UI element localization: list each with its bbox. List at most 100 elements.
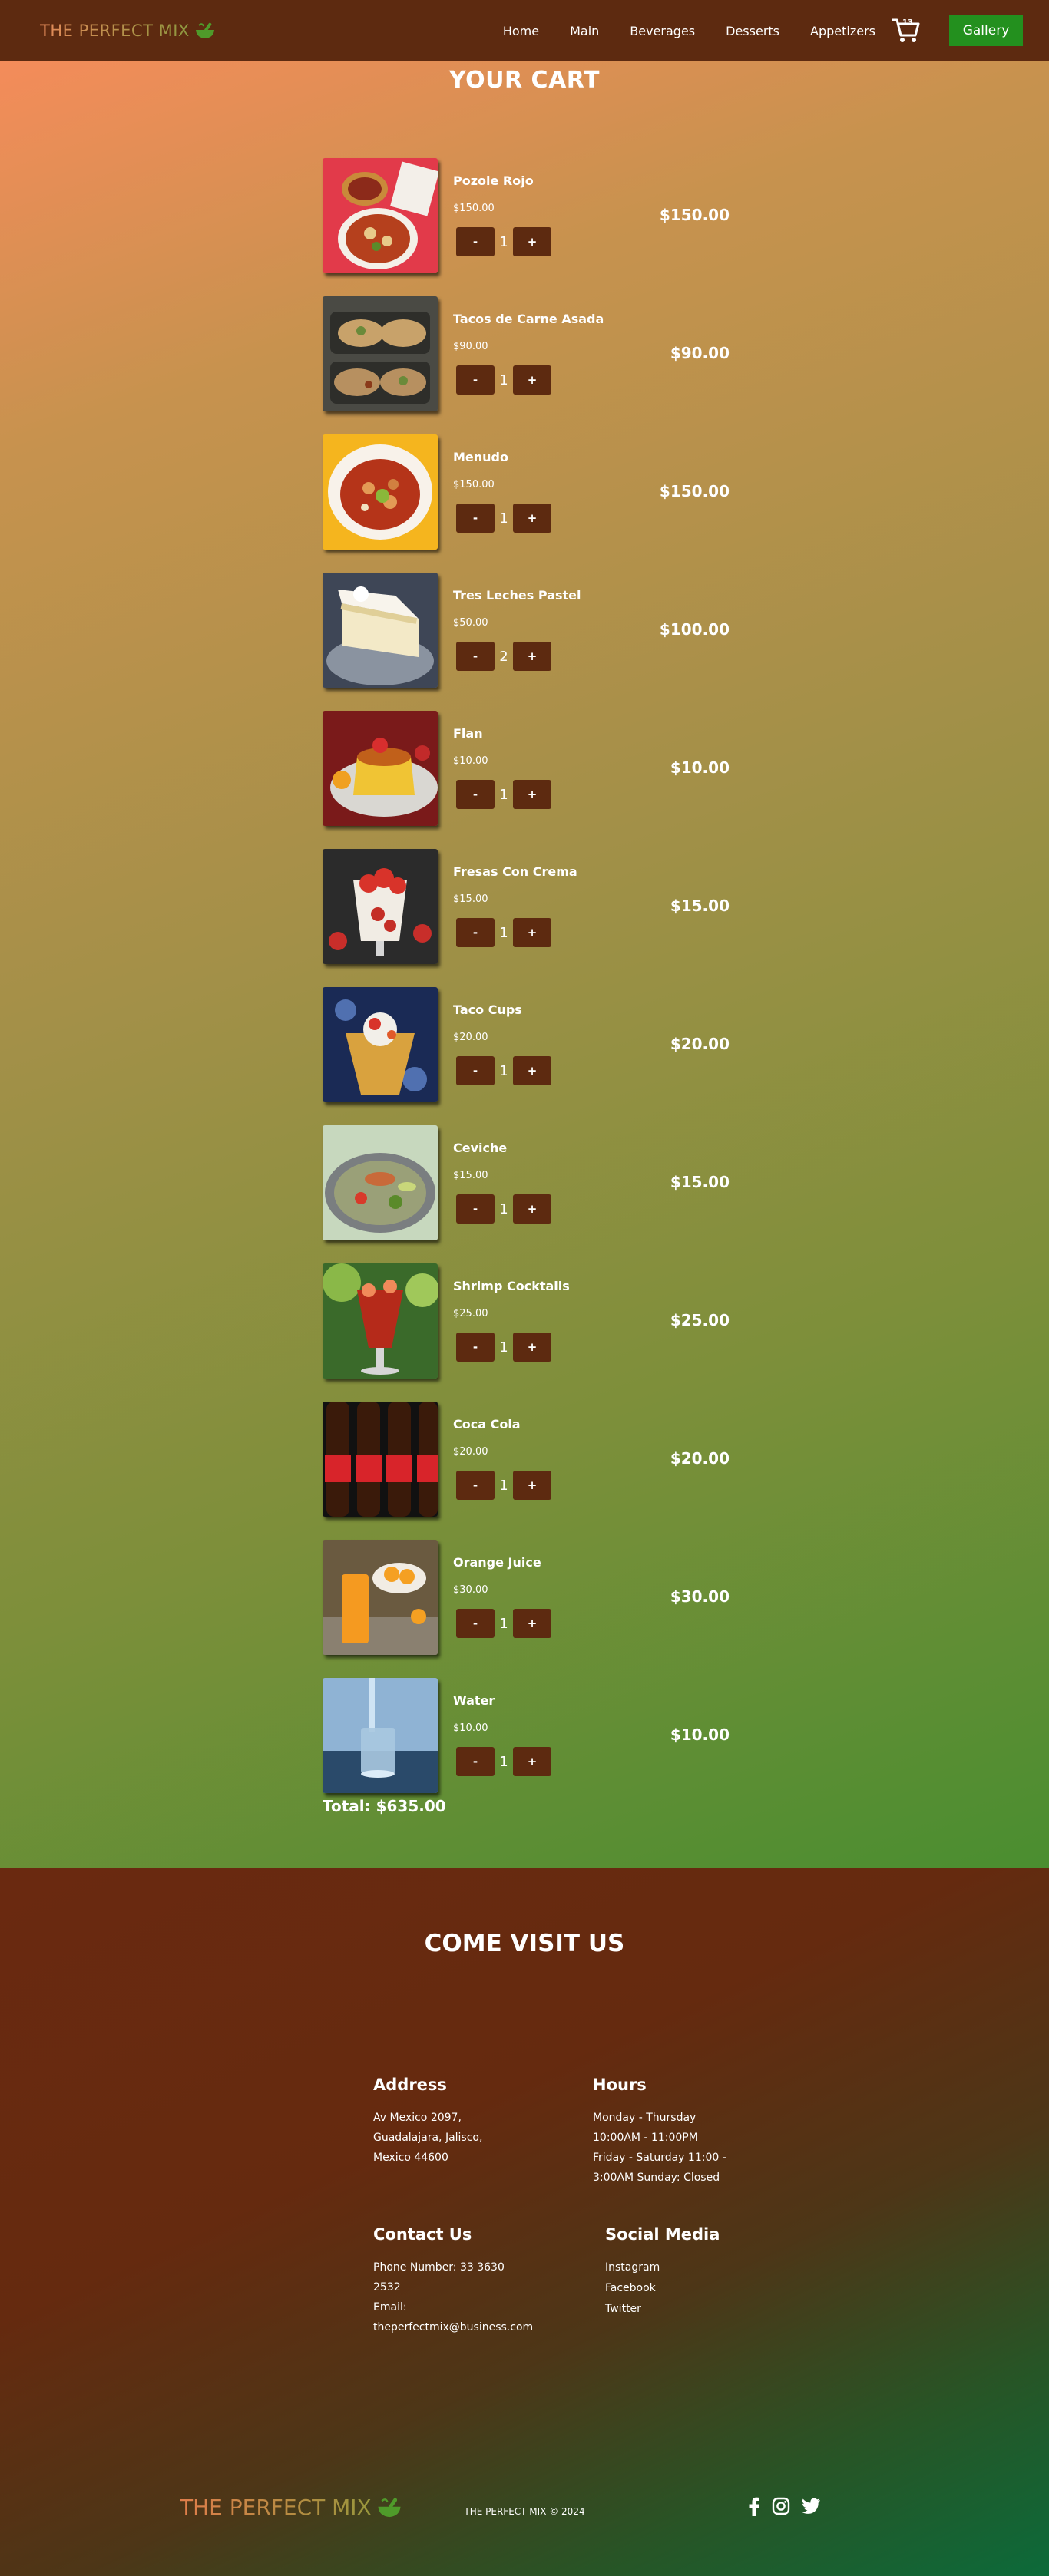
navbar: THE PERFECT MIX Home Main Beverages Dess… (0, 0, 1049, 61)
email-label: Email: (373, 2301, 407, 2313)
decrease-quantity-button[interactable]: - (456, 1194, 495, 1224)
item-name: Orange Juice (453, 1555, 541, 1570)
decrease-quantity-button[interactable]: - (456, 1056, 495, 1085)
email-address[interactable]: theperfectmix@business.com (373, 2317, 533, 2337)
increase-quantity-button[interactable]: + (513, 365, 551, 395)
item-image (323, 158, 438, 273)
item-image (323, 987, 438, 1102)
quantity-stepper: -1 + (456, 227, 551, 256)
cart-section: YOUR CART Pozole Rojo $150.00-1 + $150.00 Ta… (0, 61, 1049, 1868)
item-price: $20.00 (453, 1446, 488, 1458)
twitter-icon[interactable] (801, 2498, 821, 2518)
decrease-quantity-button[interactable]: - (456, 1471, 495, 1500)
decrease-quantity-button[interactable]: - (456, 1333, 495, 1362)
facebook-link[interactable]: Facebook (605, 2278, 728, 2299)
cart-button[interactable]: 13 (891, 17, 922, 45)
item-quantity: 1 (499, 1200, 508, 1217)
facebook-icon[interactable] (747, 2496, 761, 2519)
item-name: Coca Cola (453, 1417, 521, 1432)
nav-beverages[interactable]: Beverages (630, 24, 695, 38)
address-block: Address Av Mexico 2097, Guadalajara, Jal… (373, 2076, 504, 2168)
increase-quantity-button[interactable]: + (513, 1747, 551, 1776)
gallery-button[interactable]: Gallery (949, 15, 1023, 46)
item-price: $10.00 (453, 755, 488, 767)
hours-line: 10:00AM - 11:00PM (593, 2132, 698, 2144)
cart-count-badge: 13 (902, 18, 913, 27)
cart-item: Flan $10.00 -1 + $10.00 (323, 711, 730, 849)
decrease-quantity-button[interactable]: - (456, 780, 495, 809)
item-image (323, 1402, 438, 1517)
address-line: Guadalajara, Jalisco, (373, 2132, 483, 2144)
address-line: Av Mexico 2097, (373, 2112, 462, 2124)
item-name: Menudo (453, 450, 508, 464)
increase-quantity-button[interactable]: + (513, 1194, 551, 1224)
item-quantity: 1 (499, 1062, 508, 1079)
decrease-quantity-button[interactable]: - (456, 365, 495, 395)
decrease-quantity-button[interactable]: - (456, 1609, 495, 1638)
nav-desserts[interactable]: Desserts (726, 24, 779, 38)
twitter-link[interactable]: Twitter (605, 2299, 728, 2320)
item-subtotal: $20.00 (670, 1449, 730, 1468)
cart-item: Water $10.00 -1 + $10.00 (323, 1678, 730, 1816)
item-subtotal: $25.00 (670, 1311, 730, 1329)
item-image (323, 1125, 438, 1240)
item-quantity: 1 (499, 510, 508, 527)
instagram-link[interactable]: Instagram (605, 2257, 728, 2278)
increase-quantity-button[interactable]: + (513, 1471, 551, 1500)
social-media-block: Social Media Instagram Facebook Twitter (605, 2225, 728, 2320)
cart-items-list: Pozole Rojo $150.00-1 + $150.00 Tacos de Car… (323, 158, 730, 1816)
copyright-text: THE PERFECT MIX © 2024 (464, 2506, 585, 2517)
item-price: $150.00 (453, 479, 495, 490)
cart-title: YOUR CART (448, 67, 600, 94)
instagram-icon[interactable] (772, 2497, 790, 2518)
decrease-quantity-button[interactable]: - (456, 1747, 495, 1776)
nav-main[interactable]: Main (570, 24, 599, 38)
item-quantity: 2 (499, 648, 508, 665)
increase-quantity-button[interactable]: + (513, 227, 551, 256)
quantity-stepper: -1 + (456, 1609, 551, 1638)
item-image (323, 434, 438, 550)
item-image (323, 1263, 438, 1379)
increase-quantity-button[interactable]: + (513, 504, 551, 533)
increase-quantity-button[interactable]: + (513, 1056, 551, 1085)
cart-total: Total: $635.00 (323, 1797, 446, 1815)
item-subtotal: $10.00 (670, 758, 730, 777)
mortar-pestle-icon (195, 22, 214, 38)
item-price: $90.00 (453, 341, 488, 352)
quantity-stepper: -1 + (456, 1747, 551, 1776)
item-quantity: 1 (499, 786, 508, 803)
item-image (323, 849, 438, 964)
increase-quantity-button[interactable]: + (513, 1333, 551, 1362)
item-name: Tres Leches Pastel (453, 588, 581, 603)
item-name: Shrimp Cocktails (453, 1279, 570, 1293)
brand-logo[interactable]: THE PERFECT MIX (40, 21, 216, 40)
item-image (323, 296, 438, 411)
item-price: $15.00 (453, 893, 488, 905)
decrease-quantity-button[interactable]: - (456, 642, 495, 671)
quantity-stepper: -1 + (456, 780, 551, 809)
nav-home[interactable]: Home (503, 24, 539, 38)
decrease-quantity-button[interactable]: - (456, 227, 495, 256)
item-name: Water (453, 1693, 495, 1708)
cart-item: Coca Cola $20.00 -1 + $20.00 (323, 1402, 730, 1540)
address-heading: Address (373, 2076, 447, 2094)
nav-appetizers[interactable]: Appetizers (810, 24, 875, 38)
increase-quantity-button[interactable]: + (513, 642, 551, 671)
item-quantity: 1 (499, 1339, 508, 1356)
increase-quantity-button[interactable]: + (513, 918, 551, 947)
phone-number: Phone Number: 33 3630 2532 (373, 2261, 505, 2294)
item-price: $25.00 (453, 1308, 488, 1319)
increase-quantity-button[interactable]: + (513, 1609, 551, 1638)
quantity-stepper: -1 + (456, 504, 551, 533)
item-subtotal: $15.00 (670, 1173, 730, 1191)
quantity-stepper: -1 + (456, 365, 551, 395)
footer-title: COME VISIT US (424, 1930, 625, 1957)
address-line: Mexico 44600 (373, 2152, 448, 2164)
increase-quantity-button[interactable]: + (513, 780, 551, 809)
brand-name: THE PERFECT MIX (40, 21, 190, 40)
decrease-quantity-button[interactable]: - (456, 504, 495, 533)
item-name: Flan (453, 726, 483, 741)
cart-item: Tacos de Carne Asada $90.00 -1 + $90.00 (323, 296, 730, 434)
item-image (323, 1540, 438, 1655)
decrease-quantity-button[interactable]: - (456, 918, 495, 947)
